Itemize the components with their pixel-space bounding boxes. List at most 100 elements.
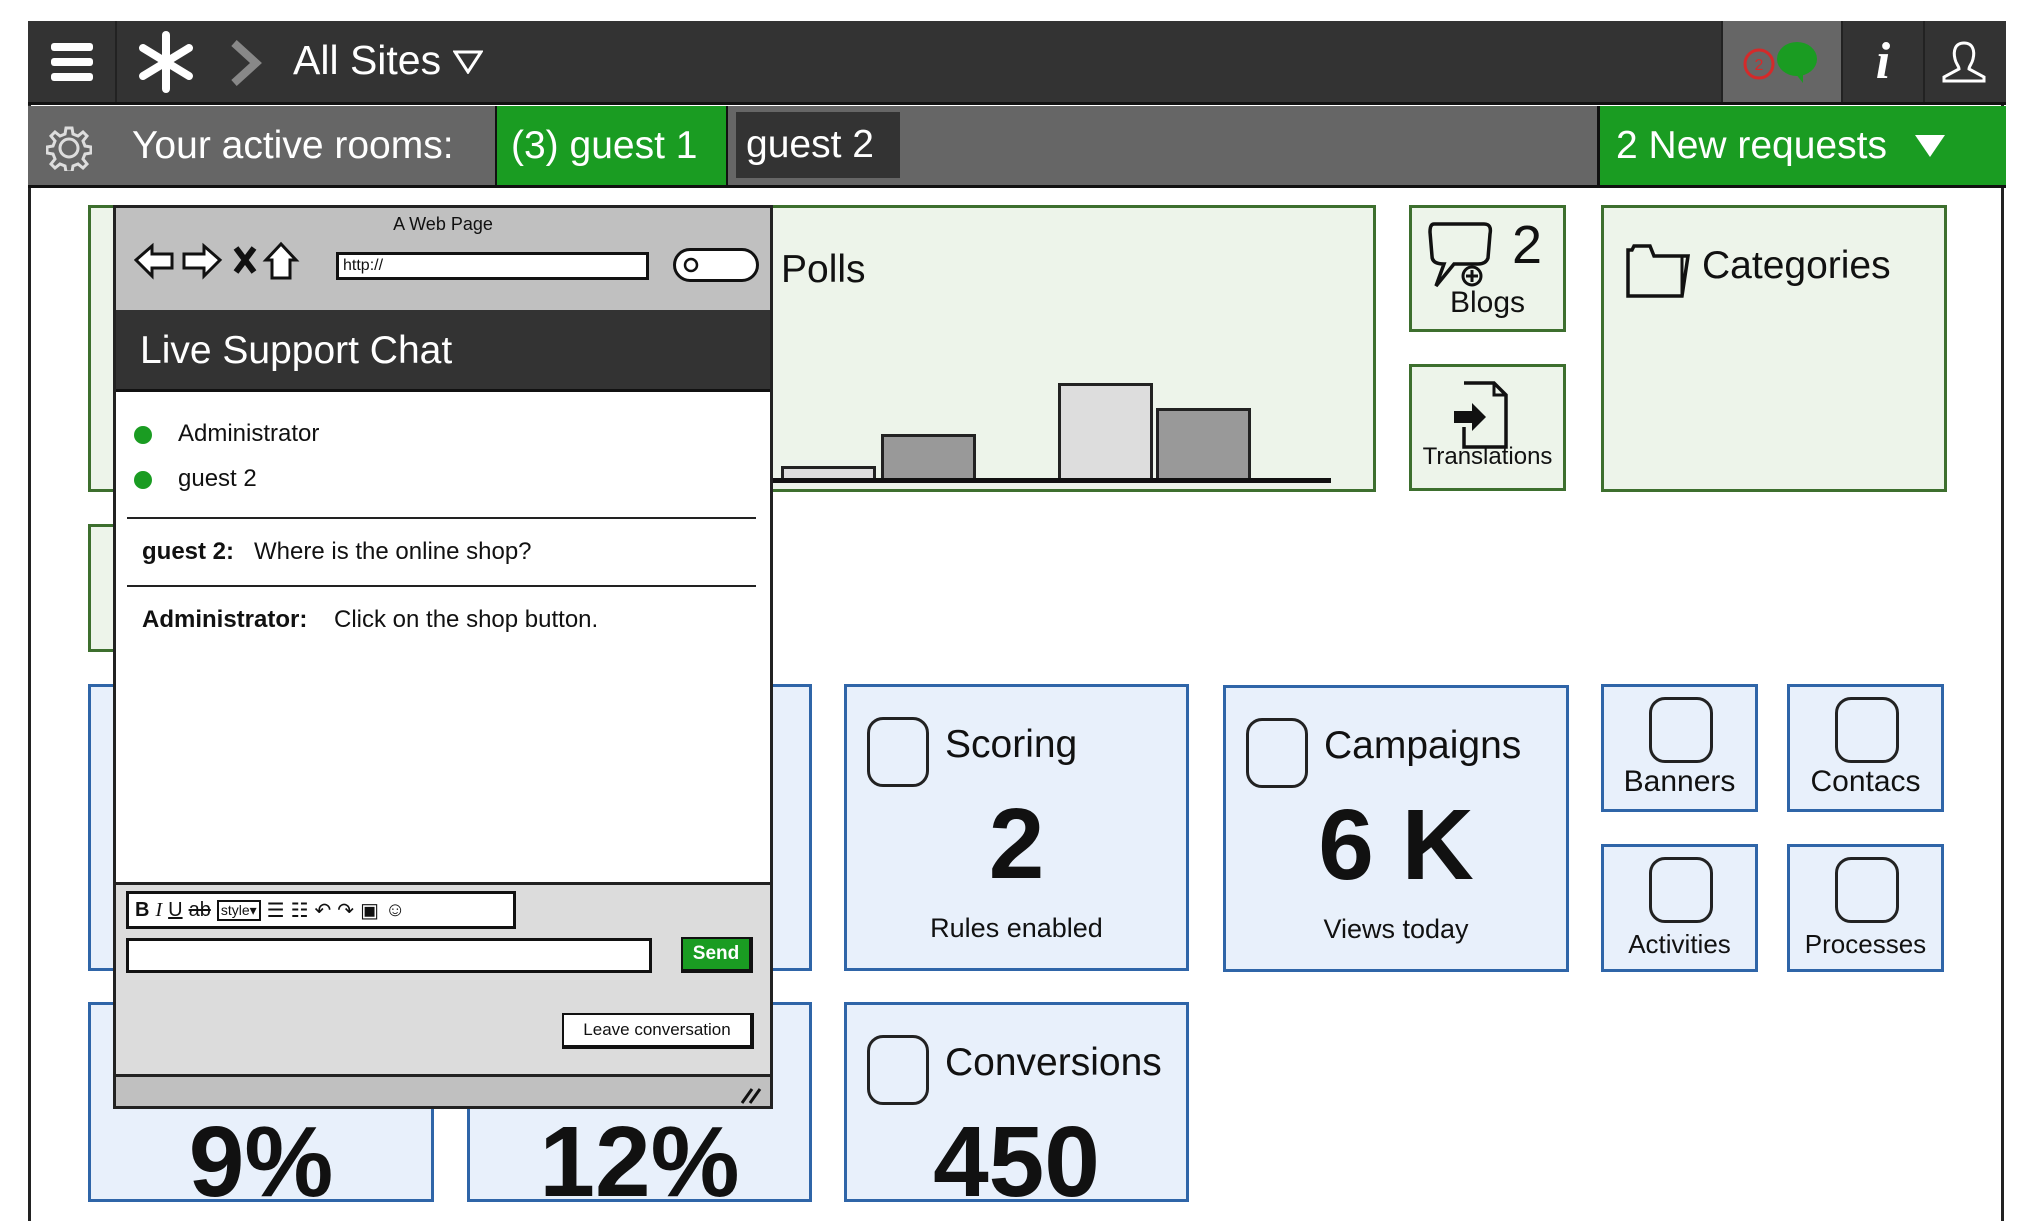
browser-nav-icons [134,241,300,280]
active-rooms-bar: Your active rooms: (3) guest 1 guest 2 2… [28,106,2006,188]
chat-message: Administrator: Click on the shop button. [142,606,598,634]
leave-conversation-button[interactable]: Leave conversation [562,1013,754,1049]
chat-header: Live Support Chat [116,310,770,392]
logo[interactable] [117,21,215,102]
blogs-label: Blogs [1449,286,1526,319]
tile-placeholder-icon [1835,857,1899,923]
chart-bar [1058,383,1153,482]
room-tab-guest-1[interactable]: (3) guest 1 [495,106,728,185]
campaigns-value: 6 K [1318,789,1474,901]
chart-baseline [691,478,1331,483]
window-title: A Web Page [393,214,493,234]
bullet-list-icon[interactable]: ☰ [267,898,285,923]
online-status-dot [134,426,152,444]
conversions-tile[interactable]: Conversions 450 [844,1002,1189,1202]
categories-tile[interactable]: Categories [1601,205,1947,492]
site-selector[interactable]: All Sites [293,35,484,85]
back-arrow-icon[interactable] [134,242,174,280]
strikethrough-icon[interactable]: ab [189,899,211,922]
message-text: Click on the shop button. [334,606,599,633]
contacs-tile[interactable]: Contacs [1787,684,1944,812]
categories-label: Categories [1702,244,1891,287]
italic-icon[interactable]: I [155,899,162,922]
document-import-icon [1454,381,1508,449]
user-icon [1942,40,1986,82]
blogs-count: 2 [1512,215,1543,275]
tile-placeholder-icon [1649,697,1713,763]
message-input[interactable] [126,938,652,973]
chat-compose-area: B I U ab style▾ ☰ ☷ ↶ ↷ ▣ ☺ Send Leave c… [116,882,770,1074]
stop-x-icon[interactable] [233,246,257,274]
search-icon [683,257,699,273]
chart-bar [881,434,976,482]
info-icon: i [1875,33,1891,90]
chat-notification-icon: 2 [1743,41,1817,83]
bold-icon[interactable]: B [135,899,149,922]
activities-tile[interactable]: Activities [1601,844,1758,972]
send-button[interactable]: Send [681,937,753,973]
tile-placeholder-icon [1649,857,1713,923]
info-button[interactable]: i [1843,21,1925,102]
url-field[interactable]: http:// [336,252,649,280]
triangle-down-icon [1914,134,1945,157]
forward-arrow-icon[interactable] [182,242,223,280]
scoring-value: 2 [988,788,1045,900]
style-dropdown[interactable]: style▾ [216,899,261,921]
numbered-list-icon[interactable]: ☷ [291,898,309,923]
image-icon[interactable]: ▣ [360,898,379,923]
participant-name: guest 2 [178,465,257,492]
hamburger-icon [50,42,93,81]
tile-placeholder-icon [867,717,929,787]
translations-tile[interactable]: Translations [1409,364,1566,491]
browser-chrome: A Web Page http:// [116,208,770,312]
menu-button[interactable] [28,21,117,102]
home-icon[interactable] [262,241,300,280]
chevron-right-icon [231,40,262,86]
tile-placeholder-icon [1246,718,1308,788]
divider [127,517,756,519]
blogs-tile[interactable]: 2 Blogs [1409,205,1566,332]
campaigns-subtitle: Views today [1323,914,1469,944]
processes-label: Processes [1804,929,1927,959]
folder-icon [1626,244,1691,298]
divider [127,585,756,587]
room-tab-guest-2[interactable]: guest 2 [736,112,900,178]
message-text: Where is the online shop? [254,538,532,565]
conversions-value: 450 [933,1106,1100,1202]
status-bar [116,1074,770,1106]
conversions-title: Conversions [945,1041,1162,1084]
user-button[interactable] [1925,21,2003,102]
emoji-icon[interactable]: ☺ [385,899,405,922]
scoring-tile[interactable]: Scoring 2 Rules enabled [844,684,1189,971]
banners-label: Banners [1623,765,1736,798]
processes-tile[interactable]: Processes [1787,844,1944,972]
new-requests-dropdown[interactable]: 2 New requests [1597,106,2006,185]
speech-bubble-plus-icon [1428,222,1493,288]
chat-message: guest 2: Where is the online shop? [142,538,532,566]
underline-icon[interactable]: U [168,899,182,922]
undo-icon[interactable]: ↶ [315,898,332,923]
asterisk-logo-icon [139,30,193,93]
redo-icon[interactable]: ↷ [337,898,354,923]
browser-search-field[interactable] [673,248,759,282]
top-bar: All Sites 2 i [28,21,2006,105]
participant-name: Administrator [178,420,320,447]
translations-label: Translations [1422,443,1553,470]
banners-tile[interactable]: Banners [1601,684,1758,812]
campaigns-tile[interactable]: Campaigns 6 K Views today [1223,685,1569,972]
tile-placeholder-icon [1835,697,1899,763]
tile-placeholder-icon [867,1035,929,1105]
active-rooms-label: Your active rooms: [132,123,454,167]
chat-notifications-button[interactable]: 2 [1721,21,1843,102]
gear-icon[interactable] [46,125,92,171]
scoring-subtitle: Rules enabled [930,913,1103,943]
polls-title: Polls [781,248,866,291]
message-sender: guest 2: [142,538,235,565]
campaigns-title: Campaigns [1324,724,1522,767]
activities-label: Activities [1628,929,1731,959]
resize-grip-icon[interactable] [738,1085,762,1105]
online-status-dot [134,471,152,489]
live-chat-window: A Web Page http:// Live Support Chat Adm… [113,205,773,1109]
row2-a-value: 9% [188,1106,334,1202]
scoring-title: Scoring [945,723,1078,766]
